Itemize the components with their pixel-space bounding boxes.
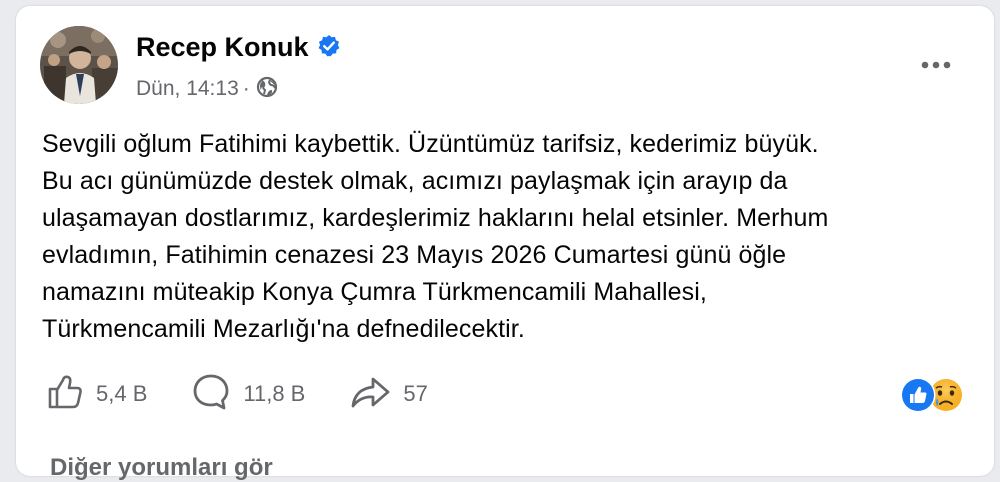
post-text-line: namazını müteakip Konya Çumra Türkmencam… xyxy=(42,278,707,306)
like-icon xyxy=(46,373,84,416)
comment-icon xyxy=(191,372,231,417)
post-text-line: evladımın, Fatihimin cenazesi 23 Mayıs 2… xyxy=(42,241,787,269)
more-options-button[interactable] xyxy=(914,50,958,80)
post-card: Recep Konuk Dün, 14:13 · Sevgili oğlum Fa… xyxy=(16,6,994,481)
share-button[interactable]: 57 xyxy=(349,373,428,416)
avatar[interactable] xyxy=(40,26,118,104)
share-count: 57 xyxy=(403,381,428,406)
post-text: Sevgili oğlum Fatihimi kaybettik. Üzüntü… xyxy=(42,126,972,348)
author-name-row: Recep Konuk xyxy=(136,32,341,65)
post-meta: Dün, 14:13 · xyxy=(136,76,278,104)
verified-badge-icon xyxy=(317,34,341,65)
comment-count: 11,8 B xyxy=(243,381,306,406)
like-count: 5,4 B xyxy=(96,381,148,406)
like-reaction-icon xyxy=(900,377,936,413)
share-icon xyxy=(349,373,391,416)
post-text-line: ulaşamayan dostlarımız, kardeşlerimiz ha… xyxy=(42,204,829,232)
timestamp[interactable]: Dün, 14:13 xyxy=(136,77,239,100)
like-button[interactable]: 5,4 B xyxy=(46,373,147,416)
view-more-comments-link[interactable]: Diğer yorumları gör xyxy=(50,454,273,482)
globe-icon[interactable] xyxy=(256,76,278,104)
post-text-line: Türkmencamili Mezarlığı'na defnedilecekt… xyxy=(42,315,525,343)
comment-button[interactable]: 11,8 B xyxy=(191,372,305,417)
more-dots-icon xyxy=(921,61,951,69)
post-text-line: Bu acı günümüzde destek olmak, acımızı p… xyxy=(42,167,788,195)
author-name[interactable]: Recep Konuk xyxy=(136,32,309,62)
meta-separator: · xyxy=(242,77,250,100)
post-text-line: Sevgili oğlum Fatihimi kaybettik. Üzüntü… xyxy=(42,130,819,158)
reaction-summary[interactable] xyxy=(898,377,968,413)
avatar-photo xyxy=(40,26,118,104)
action-bar: 5,4 B 11,8 B 57 xyxy=(46,372,472,416)
